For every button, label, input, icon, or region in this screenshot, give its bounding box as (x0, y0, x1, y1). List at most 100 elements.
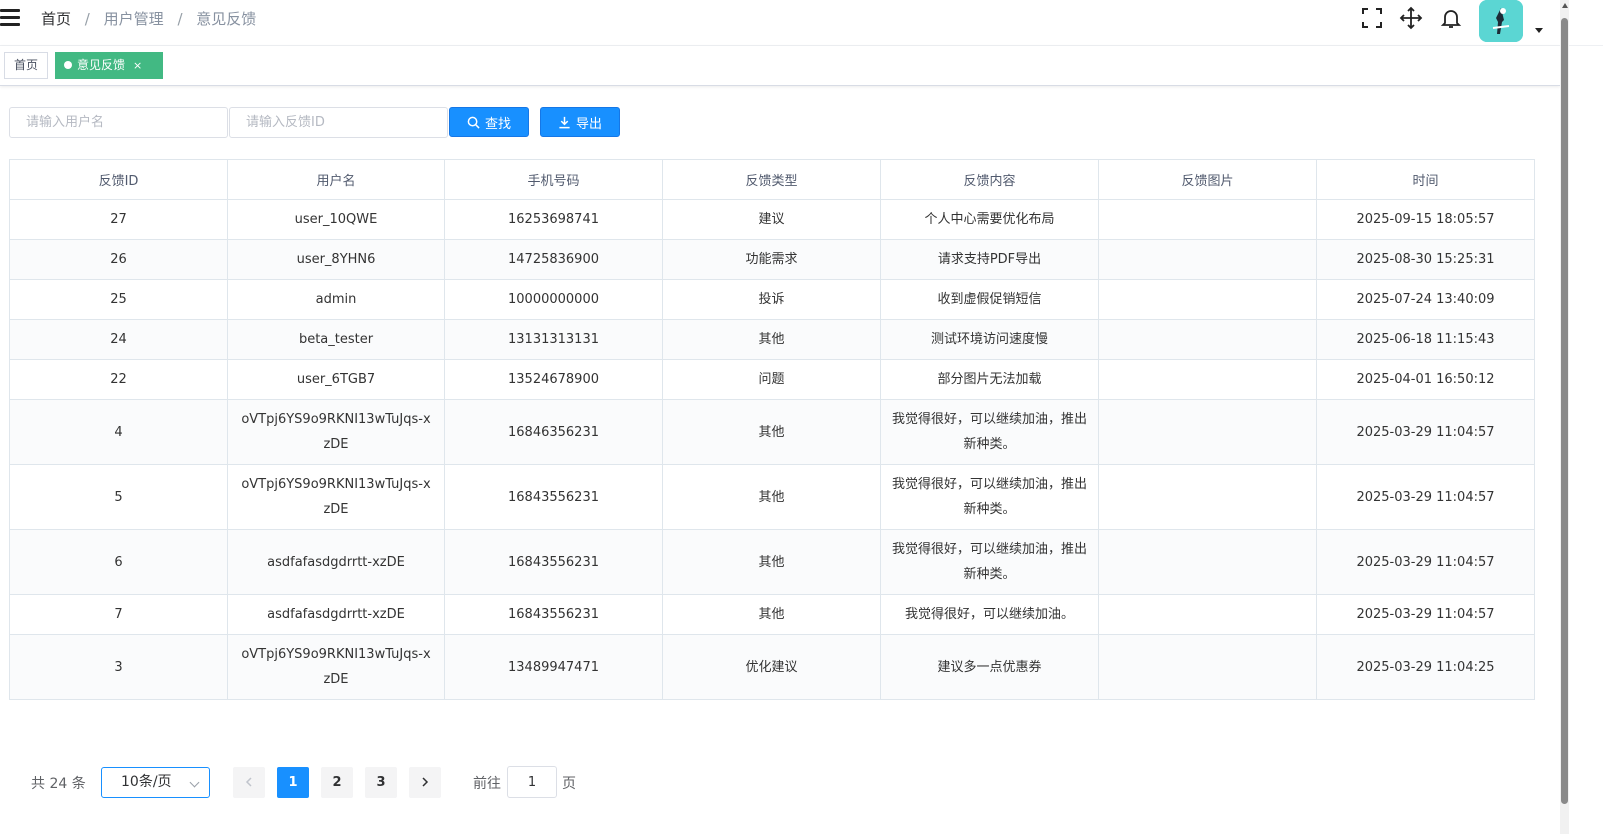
cell-time: 2025-03-29 11:04:25 (1316, 634, 1535, 700)
tag-home[interactable]: 首页 (4, 52, 48, 79)
table-row[interactable]: 5 oVTpj6YS9o9RKNI13wTuJqs-xzDE 168435562… (9, 464, 1535, 530)
cell-image (1098, 199, 1317, 240)
breadcrumb-user-management[interactable]: 用户管理 (104, 10, 164, 28)
table-row[interactable]: 4 oVTpj6YS9o9RKNI13wTuJqs-xzDE 168463562… (9, 399, 1535, 465)
breadcrumb-home[interactable]: 首页 (41, 10, 71, 28)
cell-type: 其他 (662, 464, 881, 530)
cell-content: 部分图片无法加载 (880, 359, 1099, 400)
column-header-image[interactable]: 反馈图片 (1098, 159, 1317, 200)
cell-id: 24 (9, 319, 228, 360)
download-icon (559, 116, 570, 128)
tag-feedback-label: 意见反馈 (77, 58, 126, 72)
cell-phone: 10000000000 (444, 279, 663, 320)
cell-type: 功能需求 (662, 239, 881, 280)
cell-phone: 13131313131 (444, 319, 663, 360)
cell-phone: 14725836900 (444, 239, 663, 280)
cell-time: 2025-03-29 11:04:57 (1316, 529, 1535, 595)
cell-image (1098, 529, 1317, 595)
table-row[interactable]: 3 oVTpj6YS9o9RKNI13wTuJqs-xzDE 134899474… (9, 634, 1535, 700)
cell-type: 问题 (662, 359, 881, 400)
user-avatar[interactable] (1479, 0, 1523, 42)
column-header-type[interactable]: 反馈类型 (662, 159, 881, 200)
cell-id: 4 (9, 399, 228, 465)
notification-bell-icon[interactable] (1439, 6, 1463, 30)
cell-username: oVTpj6YS9o9RKNI13wTuJqs-xzDE (227, 634, 445, 700)
cell-image (1098, 634, 1317, 700)
table-row[interactable]: 7 asdfafasdgdrrtt-xzDE 16843556231 其他 我觉… (9, 594, 1535, 635)
search-icon (467, 116, 480, 129)
scrollbar-thumb[interactable] (1561, 18, 1568, 804)
cell-time: 2025-04-01 16:50:12 (1316, 359, 1535, 400)
cell-time: 2025-08-30 15:25:31 (1316, 239, 1535, 280)
cell-phone: 13524678900 (444, 359, 663, 400)
breadcrumb-separator: / (84, 10, 90, 28)
scroll-up-arrow-icon[interactable] (1562, 3, 1568, 8)
goto-page-input[interactable] (507, 766, 557, 798)
page-button-3[interactable]: 3 (365, 767, 397, 798)
table-row[interactable]: 22 user_6TGB7 13524678900 问题 部分图片无法加载 20… (9, 359, 1535, 400)
avatar-dropdown-caret-icon[interactable] (1535, 28, 1543, 33)
cell-id: 7 (9, 594, 228, 635)
search-button[interactable]: 查找 (449, 107, 529, 137)
cell-content: 我觉得很好，可以继续加油，推出新种类。 (880, 399, 1099, 465)
page-size-select[interactable]: 10条/页 (101, 767, 210, 798)
tag-close-icon[interactable]: × (133, 53, 142, 78)
chevron-right-icon (422, 777, 429, 787)
cell-image (1098, 319, 1317, 360)
cell-phone: 16843556231 (444, 529, 663, 595)
cell-type: 其他 (662, 529, 881, 595)
fullscreen-icon[interactable] (1360, 6, 1384, 30)
table-row[interactable]: 24 beta_tester 13131313131 其他 测试环境访问速度慢 … (9, 319, 1535, 360)
tag-feedback[interactable]: 意见反馈 × (55, 52, 163, 79)
chevron-down-icon (189, 777, 200, 788)
prev-page-button[interactable] (233, 767, 265, 798)
cell-id: 25 (9, 279, 228, 320)
chevron-left-icon (245, 777, 252, 787)
page-button-1[interactable]: 1 (277, 767, 309, 798)
column-header-phone[interactable]: 手机号码 (444, 159, 663, 200)
table-row[interactable]: 27 user_10QWE 16253698741 建议 个人中心需要优化布局 … (9, 199, 1535, 240)
export-button[interactable]: 导出 (540, 107, 620, 137)
breadcrumb: 首页 / 用户管理 / 意见反馈 (41, 8, 256, 30)
cell-username: oVTpj6YS9o9RKNI13wTuJqs-xzDE (227, 464, 445, 530)
pagination-total: 共 24 条 (31, 776, 86, 792)
username-search-input[interactable] (9, 107, 228, 138)
cell-image (1098, 279, 1317, 320)
cell-time: 2025-03-29 11:04:57 (1316, 399, 1535, 465)
cell-image (1098, 239, 1317, 280)
feedback-table: 反馈ID 用户名 手机号码 反馈类型 反馈内容 反馈图片 时间 27 user_… (9, 159, 1535, 700)
cell-time: 2025-03-29 11:04:57 (1316, 464, 1535, 530)
cell-type: 建议 (662, 199, 881, 240)
column-header-username[interactable]: 用户名 (227, 159, 445, 200)
cell-time: 2025-06-18 11:15:43 (1316, 319, 1535, 360)
next-page-button[interactable] (409, 767, 441, 798)
table-row[interactable]: 25 admin 10000000000 投诉 收到虚假促销短信 2025-07… (9, 279, 1535, 320)
cell-time: 2025-09-15 18:05:57 (1316, 199, 1535, 240)
table-row[interactable]: 26 user_8YHN6 14725836900 功能需求 请求支持PDF导出… (9, 239, 1535, 280)
size-select-icon[interactable] (1399, 6, 1423, 30)
cell-id: 26 (9, 239, 228, 280)
cell-username: asdfafasdgdrrtt-xzDE (227, 529, 445, 595)
cell-username: asdfafasdgdrrtt-xzDE (227, 594, 445, 635)
table-header-row: 反馈ID 用户名 手机号码 反馈类型 反馈内容 反馈图片 时间 (9, 159, 1535, 200)
cell-image (1098, 594, 1317, 635)
cell-phone: 16843556231 (444, 594, 663, 635)
cell-content: 测试环境访问速度慢 (880, 319, 1099, 360)
search-button-label: 查找 (484, 116, 511, 132)
page-size-value: 10条/页 (121, 774, 172, 790)
column-header-id[interactable]: 反馈ID (9, 159, 228, 200)
cell-content: 我觉得很好，可以继续加油，推出新种类。 (880, 464, 1099, 530)
table-row[interactable]: 6 asdfafasdgdrrtt-xzDE 16843556231 其他 我觉… (9, 529, 1535, 595)
hamburger-menu-icon[interactable] (0, 9, 22, 29)
cell-type: 其他 (662, 399, 881, 465)
cell-image (1098, 464, 1317, 530)
page-button-2[interactable]: 2 (321, 767, 353, 798)
cell-username: beta_tester (227, 319, 445, 360)
column-header-time[interactable]: 时间 (1316, 159, 1535, 200)
cell-phone: 16253698741 (444, 199, 663, 240)
feedback-id-search-input[interactable] (229, 107, 448, 138)
navbar: 首页 / 用户管理 / 意见反馈 (0, 0, 1603, 46)
column-header-content[interactable]: 反馈内容 (880, 159, 1099, 200)
cell-type: 其他 (662, 594, 881, 635)
cell-image (1098, 359, 1317, 400)
